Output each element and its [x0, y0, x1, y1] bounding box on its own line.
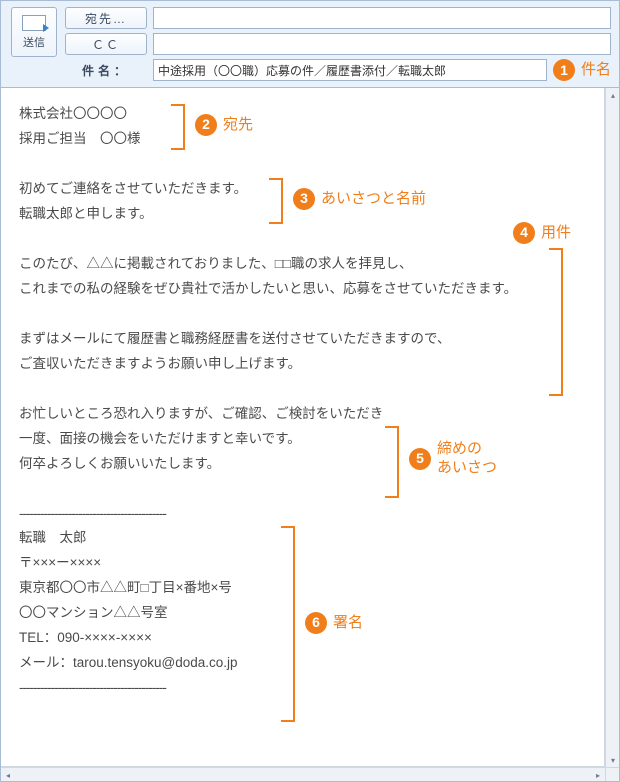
signature-mail: メール：tarou.tensyoku@doda.co.jp — [19, 651, 586, 676]
signature-name: 転職 太郎 — [19, 526, 586, 551]
recipient-company: 株式会社〇〇〇〇 — [19, 102, 586, 127]
header: 送信 宛先… ＣＣ 件名： 1 件名 — [1, 1, 619, 88]
bracket-2 — [171, 104, 185, 150]
cc-input[interactable] — [153, 33, 611, 55]
body-area: 株式会社〇〇〇〇 採用ご担当 〇〇様 初めてご連絡をさせていただきます。 転職太… — [1, 88, 619, 781]
bracket-6 — [281, 526, 295, 722]
horizontal-scrollbar[interactable]: ◂ ▸ — [1, 767, 605, 781]
scroll-down-icon[interactable]: ▾ — [606, 753, 619, 767]
bracket-4 — [549, 248, 563, 396]
scroll-corner — [605, 767, 619, 781]
closing-line: お忙しいところ恐れ入りますが、ご確認、ご検討をいただき — [19, 402, 586, 427]
signature-dash: ----------------------------------------… — [19, 676, 586, 701]
subject-input[interactable] — [153, 59, 547, 81]
signature-postal: 〒×××ー×××× — [19, 551, 586, 576]
closing-line: 何卒よろしくお願いいたします。 — [19, 452, 586, 477]
to-input[interactable] — [153, 7, 611, 29]
greeting-line: 転職太郎と申します。 — [19, 202, 586, 227]
to-button[interactable]: 宛先… — [65, 7, 147, 29]
send-label: 送信 — [23, 34, 45, 50]
callout-badge-1: 1 — [553, 59, 575, 81]
scroll-right-icon[interactable]: ▸ — [591, 768, 605, 781]
signature-addr: 東京都〇〇市△△町□丁目×番地×号 — [19, 576, 586, 601]
scroll-left-icon[interactable]: ◂ — [1, 768, 15, 781]
signature-tel: TEL：090-××××-×××× — [19, 626, 586, 651]
message-body[interactable]: 株式会社〇〇〇〇 採用ご担当 〇〇様 初めてご連絡をさせていただきます。 転職太… — [1, 88, 605, 767]
mail-compose-window: 送信 宛先… ＣＣ 件名： 1 件名 株式会社〇〇〇〇 — [0, 0, 620, 782]
greeting-line: 初めてご連絡をさせていただきます。 — [19, 177, 586, 202]
envelope-icon — [22, 15, 46, 31]
bracket-3 — [269, 178, 283, 224]
closing-line: 一度、面接の機会をいただけますと幸いです。 — [19, 427, 586, 452]
purpose-line: これまでの私の経験をぜひ貴社で活かしたいと思い、応募をさせていただきます。 — [19, 277, 586, 302]
purpose-line: ご査収いただきますようお願い申し上げます。 — [19, 352, 586, 377]
subject-label: 件名： — [65, 62, 147, 79]
vertical-scrollbar[interactable]: ▴ ▾ — [605, 88, 619, 767]
purpose-line: まずはメールにて履歴書と職務経歴書を送付させていただきますので、 — [19, 327, 586, 352]
cc-button[interactable]: ＣＣ — [65, 33, 147, 55]
scroll-up-icon[interactable]: ▴ — [606, 88, 619, 102]
purpose-line: このたび、△△に掲載されておりました、□□職の求人を拝見し、 — [19, 252, 586, 277]
recipient-person: 採用ご担当 〇〇様 — [19, 127, 586, 152]
send-button[interactable]: 送信 — [11, 7, 57, 57]
signature-dash: ----------------------------------------… — [19, 502, 586, 527]
callout-label-1: 件名 — [581, 61, 611, 80]
bracket-5 — [385, 426, 399, 498]
signature-addr: 〇〇マンション△△号室 — [19, 601, 586, 626]
